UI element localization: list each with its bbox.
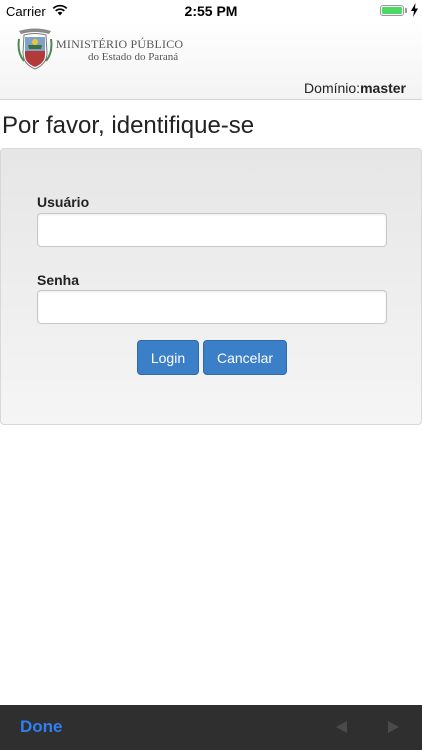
bottom-toolbar: Done: [0, 705, 422, 750]
previous-arrow-icon[interactable]: [336, 721, 347, 733]
domain-indicator: Domínio:master: [304, 80, 406, 96]
domain-value: master: [360, 80, 406, 96]
login-button[interactable]: Login: [137, 340, 199, 375]
charging-bolt-icon: [411, 3, 418, 17]
site-header: MINISTÉRIO PÚBLICO do Estado do Paraná D…: [0, 22, 422, 100]
password-label: Senha: [37, 272, 80, 288]
page-title: Por favor, identifique-se: [2, 112, 255, 139]
next-arrow-icon[interactable]: [388, 721, 399, 733]
domain-label: Domínio:: [304, 80, 361, 96]
org-name-line1: MINISTÉRIO PÚBLICO: [56, 37, 184, 51]
battery-tip: [405, 8, 407, 13]
username-input[interactable]: [37, 213, 387, 247]
clock: 2:55 PM: [184, 3, 238, 19]
username-label: Usuário: [37, 194, 90, 210]
status-bar: Carrier 2:55 PM: [0, 0, 422, 22]
cancel-button[interactable]: Cancelar: [203, 340, 287, 375]
coat-of-arms-icon: [17, 28, 53, 70]
org-name-line2: do Estado do Paraná: [88, 51, 179, 63]
organization-name: MINISTÉRIO PÚBLICO do Estado do Paraná: [56, 38, 183, 64]
done-button[interactable]: Done: [20, 717, 63, 737]
password-input[interactable]: [37, 290, 387, 324]
battery-icon: [380, 5, 404, 16]
login-panel: Usuário Senha Login Cancelar: [0, 148, 422, 425]
